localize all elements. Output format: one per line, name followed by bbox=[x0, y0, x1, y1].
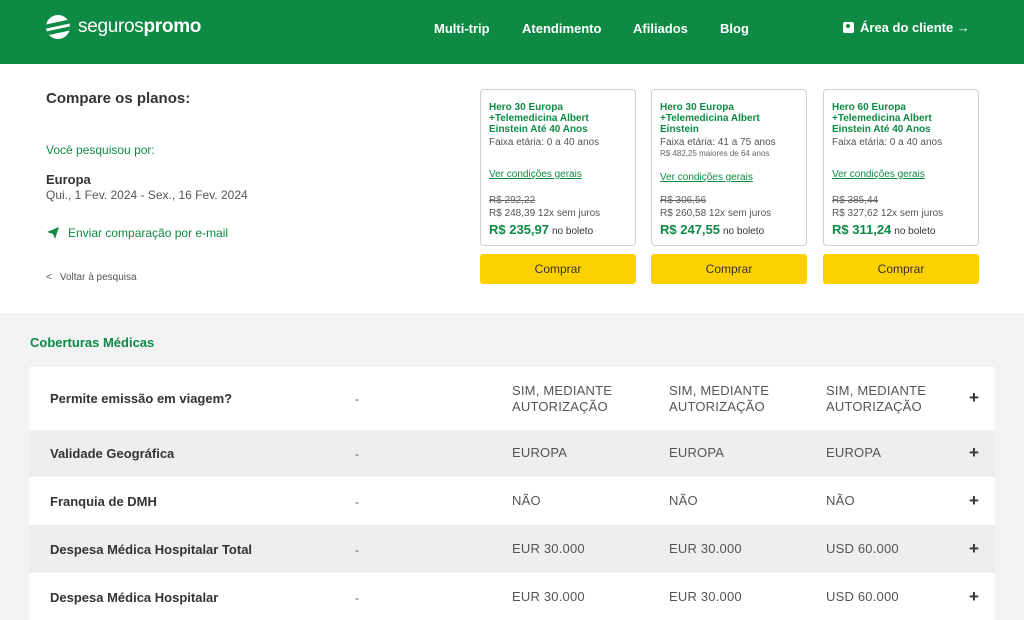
buy-button-plan-2[interactable]: Comprar bbox=[651, 254, 807, 284]
nav-atendimento[interactable]: Atendimento bbox=[522, 21, 601, 36]
nav-blog[interactable]: Blog bbox=[720, 21, 749, 36]
page-title: Compare os planos: bbox=[46, 90, 191, 107]
plan-installments: R$ 248,39 12x sem juros bbox=[489, 208, 601, 219]
search-destination: Europa bbox=[46, 172, 91, 187]
coverage-value-plan-1: NÃO bbox=[512, 493, 541, 508]
plan-old-price: R$ 385,44 bbox=[832, 195, 879, 206]
search-dates: Qui., 1 Fev. 2024 - Sex., 16 Fev. 2024 bbox=[46, 188, 248, 202]
table-row[interactable]: Despesa Médica Hospitalar Total - EUR 30… bbox=[29, 525, 995, 573]
plan-price: R$ 235,97 no boleto bbox=[489, 221, 593, 239]
plan-old-price: R$ 292,22 bbox=[489, 195, 536, 206]
coverage-empty-value: - bbox=[355, 591, 359, 605]
coverage-value-plan-3: NÃO bbox=[826, 493, 855, 508]
back-to-search-link[interactable]: < Voltar à pesquisa bbox=[46, 272, 137, 283]
plan-price: R$ 247,55 no boleto bbox=[660, 221, 764, 239]
top-header: segurospromo Multi-trip Atendimento Afil… bbox=[0, 0, 1024, 64]
chevron-left-icon: < bbox=[46, 272, 52, 283]
plan-card-3: Hero 60 Europa +Telemedicina Albert Eins… bbox=[823, 89, 979, 246]
buy-button-plan-1[interactable]: Comprar bbox=[480, 254, 636, 284]
coverage-value-plan-1: EUR 30.000 bbox=[512, 541, 585, 556]
send-email-label: Enviar comparação por e-mail bbox=[68, 226, 229, 240]
plan-conditions-link[interactable]: Ver condições gerais bbox=[660, 172, 753, 183]
expand-plus-icon[interactable]: + bbox=[969, 388, 979, 408]
logo-wordmark: segurospromo bbox=[78, 16, 201, 38]
plan-installments: R$ 327,62 12x sem juros bbox=[832, 208, 944, 219]
plan-price-value: R$ 247,55 bbox=[660, 222, 720, 237]
coverage-value-plan-1: EUR 30.000 bbox=[512, 589, 585, 604]
plan-card-1: Hero 30 Europa +Telemedicina Albert Eins… bbox=[480, 89, 636, 246]
send-email-link[interactable]: Enviar comparação por e-mail bbox=[46, 226, 228, 240]
logo-icon bbox=[46, 15, 70, 39]
coverage-label: Validade Geográfica bbox=[50, 446, 175, 461]
plan-price-value: R$ 311,24 bbox=[832, 222, 892, 237]
coverage-value-plan-2: EUROPA bbox=[669, 445, 725, 460]
send-icon bbox=[47, 227, 59, 239]
coverage-value-plan-3: USD 60.000 bbox=[826, 541, 899, 556]
coverage-value-plan-2: EUR 30.000 bbox=[669, 589, 742, 604]
plan-card-2: Hero 30 Europa +Telemedicina Albert Eins… bbox=[651, 89, 807, 246]
coverage-value-plan-2: EUR 30.000 bbox=[669, 541, 742, 556]
table-row[interactable]: Permite emissão em viagem? - SIM, MEDIAN… bbox=[29, 367, 995, 430]
user-icon bbox=[843, 22, 854, 33]
coverage-table: Permite emissão em viagem? - SIM, MEDIAN… bbox=[29, 367, 995, 620]
coverage-value-plan-2: NÃO bbox=[669, 493, 698, 508]
plan-price-suffix: no boleto bbox=[552, 226, 594, 237]
coverage-empty-value: - bbox=[355, 543, 359, 557]
plan-conditions-link[interactable]: Ver condições gerais bbox=[489, 169, 582, 180]
logo-text-bold: promo bbox=[143, 16, 202, 37]
nav-afiliados[interactable]: Afiliados bbox=[633, 21, 688, 36]
coverage-section-title: Coberturas Médicas bbox=[30, 335, 155, 350]
coverage-empty-value: - bbox=[355, 392, 359, 406]
plan-age-range: Faixa etária: 0 a 40 anos bbox=[832, 137, 943, 148]
site-logo[interactable]: segurospromo bbox=[46, 14, 201, 40]
coverage-value-plan-2: SIM, MEDIANTE AUTORIZAÇÃO bbox=[669, 383, 770, 414]
plan-price-value: R$ 235,97 bbox=[489, 222, 549, 237]
coverage-value-plan-3: USD 60.000 bbox=[826, 589, 899, 604]
plan-name: Hero 60 Europa +Telemedicina Albert Eins… bbox=[832, 102, 932, 135]
plan-conditions-link[interactable]: Ver condições gerais bbox=[832, 169, 925, 180]
plan-age-range: Faixa etária: 0 a 40 anos bbox=[489, 137, 600, 148]
coverage-empty-value: - bbox=[355, 495, 359, 509]
coverage-label: Despesa Médica Hospitalar Total bbox=[50, 542, 253, 557]
table-row[interactable]: Franquia de DMH - NÃO NÃO NÃO + bbox=[29, 477, 995, 525]
buy-button-plan-3[interactable]: Comprar bbox=[823, 254, 979, 284]
client-area-link[interactable]: Área do cliente → bbox=[843, 20, 970, 35]
searched-label: Você pesquisou por: bbox=[46, 143, 155, 157]
plan-old-price: R$ 306,56 bbox=[660, 195, 707, 206]
back-to-search-label: Voltar à pesquisa bbox=[59, 272, 137, 283]
plan-price: R$ 311,24 no boleto bbox=[832, 221, 935, 239]
coverage-value-plan-1: SIM, MEDIANTE AUTORIZAÇÃO bbox=[512, 383, 613, 414]
plan-age-range: Faixa etária: 41 a 75 anos bbox=[660, 137, 776, 148]
logo-text-thin: seguros bbox=[78, 16, 144, 37]
nav-multi-trip[interactable]: Multi-trip bbox=[434, 21, 490, 36]
expand-plus-icon[interactable]: + bbox=[969, 443, 979, 463]
client-area-label: Área do cliente → bbox=[860, 20, 970, 35]
expand-plus-icon[interactable]: + bbox=[969, 539, 979, 559]
plan-price-suffix: no boleto bbox=[723, 226, 765, 237]
coverage-value-plan-3: SIM, MEDIANTE AUTORIZAÇÃO bbox=[826, 383, 927, 414]
table-row[interactable]: Despesa Médica Hospitalar - EUR 30.000 E… bbox=[29, 573, 995, 620]
coverage-label: Franquia de DMH bbox=[50, 494, 157, 509]
plan-name: Hero 30 Europa +Telemedicina Albert Eins… bbox=[489, 102, 589, 135]
expand-plus-icon[interactable]: + bbox=[969, 587, 979, 607]
coverage-label: Despesa Médica Hospitalar bbox=[50, 590, 219, 605]
plan-installments: R$ 260,58 12x sem juros bbox=[660, 208, 772, 219]
plan-price-suffix: no boleto bbox=[894, 226, 936, 237]
plan-age-note: R$ 482,25 maiores de 64 anos bbox=[660, 149, 770, 158]
coverage-value-plan-1: EUROPA bbox=[512, 445, 568, 460]
plan-name: Hero 30 Europa +Telemedicina Albert Eins… bbox=[660, 102, 760, 135]
table-row[interactable]: Validade Geográfica - EUROPA EUROPA EURO… bbox=[29, 430, 995, 477]
expand-plus-icon[interactable]: + bbox=[969, 491, 979, 511]
coverage-value-plan-3: EUROPA bbox=[826, 445, 882, 460]
coverage-label: Permite emissão em viagem? bbox=[50, 391, 233, 406]
coverage-empty-value: - bbox=[355, 447, 359, 461]
